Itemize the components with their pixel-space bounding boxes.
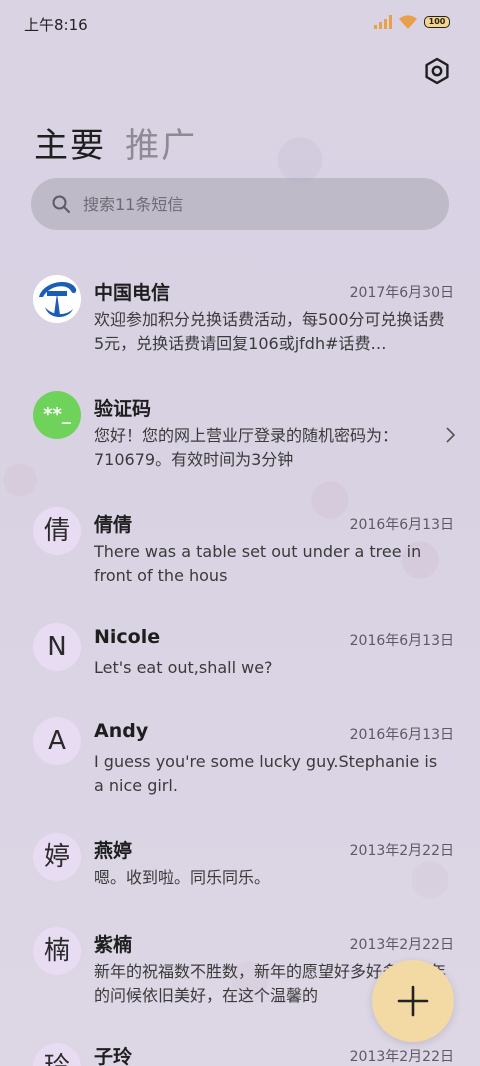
avatar: N — [33, 623, 81, 671]
plus-icon — [397, 985, 429, 1017]
avatar: 玲 — [33, 1043, 81, 1066]
contact-name: Nicole — [94, 626, 161, 648]
message-date: 2017年6月30日 — [349, 285, 454, 301]
search-bar[interactable] — [31, 178, 449, 230]
message-preview: 欢迎参加积分兑换话费活动，每500分可兑换话费5元，兑换话费请回复106或jfd… — [94, 310, 445, 353]
avatar: 婷 — [33, 833, 81, 881]
avatar: **_ — [33, 391, 81, 439]
conversation-row[interactable]: 玲 子玲 2013年2月22日 — [0, 1038, 480, 1066]
compose-button[interactable] — [372, 960, 454, 1042]
contact-name: 紫楠 — [94, 934, 133, 956]
avatar: 倩 — [33, 507, 81, 555]
message-date: 2013年2月22日 — [349, 937, 454, 953]
conversation-row[interactable]: A Andy 2016年6月13日 I guess you're some lu… — [0, 712, 480, 812]
wifi-icon — [399, 15, 417, 29]
status-bar: 上午8:16 100 — [0, 0, 480, 44]
conversation-row[interactable]: **_ 验证码 您好！您的网上营业厅登录的随机密码为：710679。有效时间为3… — [0, 386, 480, 486]
message-preview: I guess you're some lucky guy.Stephanie … — [94, 752, 438, 795]
telecom-logo-avatar — [33, 275, 81, 323]
gear-icon[interactable] — [423, 57, 451, 85]
contact-name: 燕婷 — [94, 840, 133, 862]
tab-bar: 主要 推广 — [34, 118, 211, 166]
status-time: 上午8:16 — [24, 16, 88, 34]
contact-name: 中国电信 — [94, 282, 171, 304]
battery-icon: 100 — [424, 16, 450, 28]
chevron-right-icon[interactable] — [444, 426, 456, 444]
message-preview: Let's eat out,shall we? — [94, 658, 273, 677]
conversation-row[interactable]: N Nicole 2016年6月13日 Let's eat out,shall … — [0, 618, 480, 698]
telecom-logo-icon — [33, 275, 81, 323]
contact-name: 子玲 — [94, 1046, 133, 1066]
message-date: 2013年2月22日 — [349, 843, 454, 859]
tab-promotions[interactable]: 推广 — [125, 118, 197, 167]
cellular-signal-icon — [374, 15, 392, 29]
search-icon — [52, 195, 70, 213]
message-date: 2016年6月13日 — [349, 517, 454, 533]
conversation-row[interactable]: 婷 燕婷 2013年2月22日 嗯。收到啦。同乐同乐。 — [0, 828, 480, 908]
search-input[interactable] — [83, 178, 433, 230]
contact-name: 验证码 — [94, 398, 152, 420]
conversation-row[interactable]: 中国电信 2017年6月30日 欢迎参加积分兑换话费活动，每500分可兑换话费5… — [0, 270, 480, 370]
message-preview: 您好！您的网上营业厅登录的随机密码为：710679。有效时间为3分钟 — [94, 426, 399, 469]
contact-name: 倩倩 — [94, 514, 133, 536]
avatar: A — [33, 717, 81, 765]
message-date: 2013年2月22日 — [349, 1049, 454, 1065]
message-date: 2016年6月13日 — [349, 633, 454, 649]
conversation-row[interactable]: 倩 倩倩 2016年6月13日 There was a table set ou… — [0, 502, 480, 602]
contact-name: Andy — [94, 720, 149, 742]
tab-primary[interactable]: 主要 — [34, 118, 106, 167]
message-date: 2016年6月13日 — [349, 727, 454, 743]
message-preview: 嗯。收到啦。同乐同乐。 — [94, 868, 271, 887]
message-preview: There was a table set out under a tree i… — [94, 542, 422, 585]
avatar: 楠 — [33, 927, 81, 975]
